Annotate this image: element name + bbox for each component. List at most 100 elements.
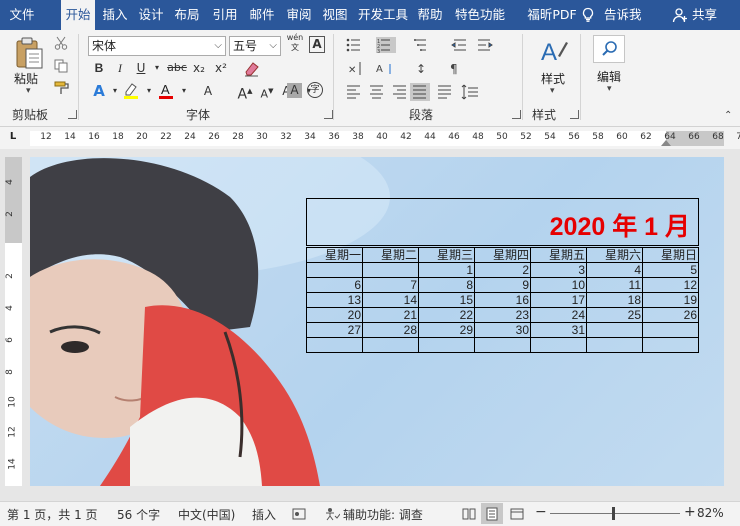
- tab-references[interactable]: 引用: [211, 0, 239, 30]
- day-cell[interactable]: 12: [642, 277, 699, 293]
- day-cell[interactable]: 17: [530, 292, 587, 308]
- tab-file[interactable]: 文件: [4, 0, 40, 30]
- day-cell[interactable]: 15: [418, 292, 475, 308]
- copy-icon[interactable]: [54, 59, 68, 73]
- day-cell[interactable]: 10: [530, 277, 587, 293]
- day-cell[interactable]: 30: [474, 322, 531, 338]
- clear-formatting-icon[interactable]: [243, 60, 260, 77]
- day-cell[interactable]: 13: [306, 292, 363, 308]
- font-name-chevron-icon[interactable]: ⌵: [214, 37, 222, 55]
- macro-record-icon[interactable]: [292, 507, 306, 521]
- day-cell[interactable]: 29: [418, 322, 475, 338]
- day-cell[interactable]: 28: [362, 322, 419, 338]
- tab-view[interactable]: 视图: [321, 0, 349, 30]
- day-cell[interactable]: 9: [474, 277, 531, 293]
- calendar-table[interactable]: 星期一 星期二 星期三 星期四 星期五 星期六 星期日 1 2 3 4 5 6 7 8 9 10 11 12 13 14…: [306, 247, 699, 353]
- day-cell[interactable]: 24: [530, 307, 587, 323]
- styles-icon[interactable]: A: [540, 36, 568, 66]
- zoom-level[interactable]: 82%: [697, 506, 724, 520]
- day-cell[interactable]: [586, 322, 643, 338]
- zoom-out-button[interactable]: −: [535, 504, 547, 520]
- day-cell[interactable]: [306, 262, 363, 278]
- tab-selector-corner[interactable]: L: [6, 131, 20, 145]
- subscript-button[interactable]: x₂: [190, 59, 208, 77]
- day-cell[interactable]: 8: [418, 277, 475, 293]
- day-cell[interactable]: 22: [418, 307, 475, 323]
- grow-font-icon[interactable]: A▲: [236, 82, 254, 103]
- accessibility-icon[interactable]: [324, 507, 340, 521]
- enclose-characters-icon[interactable]: 字: [307, 82, 323, 98]
- day-cell[interactable]: 14: [362, 292, 419, 308]
- day-cell[interactable]: 20: [306, 307, 363, 323]
- day-cell[interactable]: [362, 337, 419, 353]
- zoom-in-button[interactable]: +: [684, 504, 696, 520]
- day-cell[interactable]: [642, 337, 699, 353]
- tab-design[interactable]: 设计: [137, 0, 165, 30]
- horizontal-ruler[interactable]: 12 14 16 18 20 22 24 26 28 30 32 34 36 38 40 42 44 46 48 50…: [30, 131, 740, 146]
- strikethrough-button[interactable]: abc: [164, 59, 190, 77]
- phonetic-guide-icon[interactable]: wén 文: [286, 33, 304, 52]
- format-painter-icon[interactable]: [54, 81, 70, 95]
- paragraph-launcher-icon[interactable]: [512, 110, 521, 119]
- paste-label[interactable]: 粘贴: [14, 70, 38, 87]
- day-cell[interactable]: 4: [586, 262, 643, 278]
- day-cell[interactable]: 27: [306, 322, 363, 338]
- day-cell[interactable]: [474, 337, 531, 353]
- insert-mode-status[interactable]: 插入: [252, 506, 276, 523]
- zoom-slider-track[interactable]: [550, 513, 680, 514]
- weekday-header[interactable]: 星期三: [418, 247, 475, 263]
- styles-launcher-icon[interactable]: [570, 110, 579, 119]
- tab-foxit-pdf[interactable]: 福昕PDF: [514, 0, 590, 30]
- day-cell[interactable]: 16: [474, 292, 531, 308]
- editing-label[interactable]: 编辑: [597, 68, 621, 85]
- tab-help[interactable]: 帮助: [416, 0, 444, 30]
- calendar-title-cell[interactable]: 2020 年 1 月: [306, 198, 699, 246]
- day-cell[interactable]: 6: [306, 277, 363, 293]
- weekday-header[interactable]: 星期五: [530, 247, 587, 263]
- web-layout-icon[interactable]: [510, 507, 524, 521]
- vertical-scrollbar[interactable]: [724, 149, 740, 501]
- font-color-icon[interactable]: A: [157, 82, 175, 100]
- day-cell[interactable]: [530, 337, 587, 353]
- read-mode-icon[interactable]: [462, 507, 476, 521]
- day-cell[interactable]: [418, 337, 475, 353]
- tab-review[interactable]: 审阅: [285, 0, 313, 30]
- day-cell[interactable]: [586, 337, 643, 353]
- share-button[interactable]: 共享: [692, 0, 717, 30]
- character-shading-icon[interactable]: A: [287, 83, 302, 98]
- day-cell[interactable]: 25: [586, 307, 643, 323]
- paste-icon[interactable]: [14, 36, 44, 70]
- font-name-combo[interactable]: 宋体 ⌵: [88, 36, 226, 56]
- day-cell[interactable]: [362, 262, 419, 278]
- character-border-icon[interactable]: A: [309, 36, 325, 53]
- day-cell[interactable]: 21: [362, 307, 419, 323]
- day-cell[interactable]: 19: [642, 292, 699, 308]
- day-cell[interactable]: 7: [362, 277, 419, 293]
- weekday-header[interactable]: 星期日: [642, 247, 699, 263]
- tell-me-search[interactable]: 告诉我: [604, 0, 642, 30]
- weekday-header[interactable]: 星期一: [306, 247, 363, 263]
- bold-button[interactable]: B: [90, 59, 108, 77]
- collapse-ribbon-icon[interactable]: ⌃: [724, 110, 732, 121]
- styles-label[interactable]: 样式: [541, 70, 565, 87]
- weekday-header[interactable]: 星期四: [474, 247, 531, 263]
- day-cell[interactable]: [642, 322, 699, 338]
- editing-chevron-icon[interactable]: ▾: [607, 84, 612, 94]
- char-shading-gray-icon[interactable]: A: [199, 82, 217, 100]
- day-cell[interactable]: 2: [474, 262, 531, 278]
- day-cell[interactable]: 1: [418, 262, 475, 278]
- day-cell[interactable]: 31: [530, 322, 587, 338]
- page-count-status[interactable]: 第 1 页，共 1 页: [7, 506, 98, 523]
- day-cell[interactable]: 26: [642, 307, 699, 323]
- font-color-chevron-icon[interactable]: ▾: [175, 82, 193, 100]
- day-cell[interactable]: 11: [586, 277, 643, 293]
- day-cell[interactable]: [306, 337, 363, 353]
- tab-mailings[interactable]: 邮件: [248, 0, 276, 30]
- tab-home[interactable]: 开始: [61, 0, 95, 30]
- weekday-header[interactable]: 星期六: [586, 247, 643, 263]
- print-layout-icon[interactable]: [485, 507, 499, 521]
- day-cell[interactable]: 23: [474, 307, 531, 323]
- highlight-chevron-icon[interactable]: ▾: [140, 82, 158, 100]
- font-launcher-icon[interactable]: [324, 110, 333, 119]
- paste-dropdown-chevron-icon[interactable]: ▾: [26, 86, 31, 96]
